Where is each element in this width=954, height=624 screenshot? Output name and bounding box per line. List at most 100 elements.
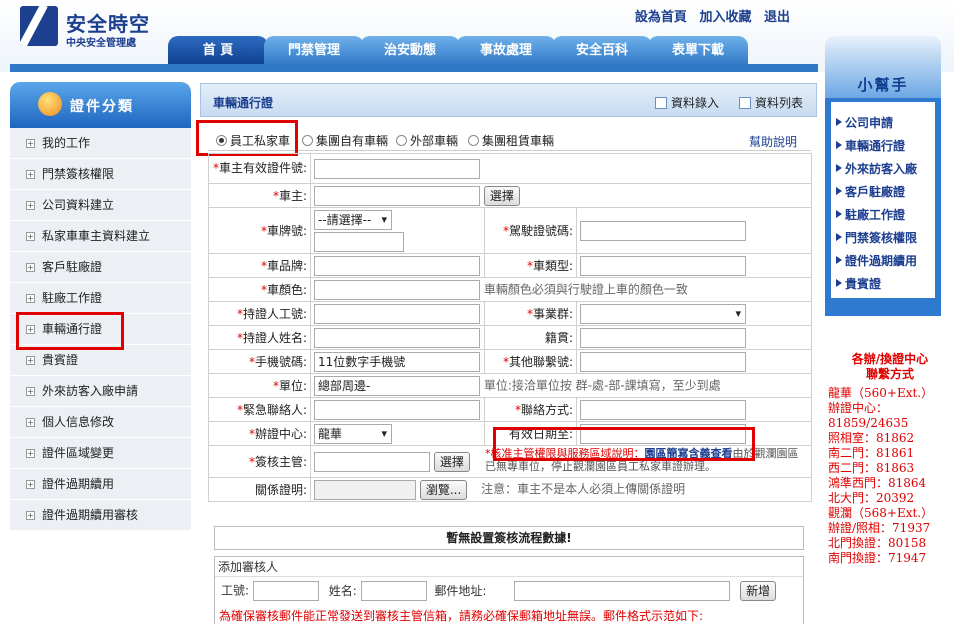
sidebar-item-company-data[interactable]: + 公司資料建立: [10, 190, 191, 221]
contact-method-input[interactable]: [580, 399, 746, 420]
sidebar-item-profile[interactable]: + 個人信息修改: [10, 407, 191, 438]
sidebar-item-renewal[interactable]: + 證件過期續用: [10, 469, 191, 500]
browse-button[interactable]: 瀏覽...: [419, 479, 468, 500]
helper-item-visitor[interactable]: 外來訪客入廠: [831, 160, 935, 183]
sidebar: + 我的工作 + 門禁簽核權限 + 公司資料建立 + 私家車車主資料建立 + 客戶駐廠證 …: [10, 128, 191, 531]
sidebar-header: 證件分類: [10, 82, 191, 128]
contact-line: 辦證中心：: [828, 401, 889, 415]
radio-employee-car[interactable]: 員工私家車: [216, 132, 290, 149]
emp-no-input[interactable]: [252, 581, 319, 601]
name-input[interactable]: [360, 581, 427, 601]
radio-group-leased[interactable]: 集團租賃車輛: [468, 132, 554, 149]
relation-label: 關係證明:: [254, 483, 307, 497]
search-list-icon: [739, 97, 751, 109]
category-icon: [38, 92, 62, 116]
license-input[interactable]: [580, 220, 746, 241]
holder-no-input[interactable]: [314, 303, 480, 324]
email-input[interactable]: [514, 581, 731, 601]
logo-title: 安全時空: [66, 12, 150, 36]
helper-item-client-pass[interactable]: 客戶駐廠證: [831, 183, 935, 206]
valid-id-input[interactable]: [314, 158, 480, 179]
helper-item-company[interactable]: 公司申請: [831, 114, 935, 137]
email-warning: 為確保審核郵件能正常發送到審核主管信箱，請務必確保郵箱地址無誤。郵件格式示范如下…: [219, 609, 704, 623]
valid-date-label: 有效日期至:: [508, 427, 573, 441]
contact-method-label: 聯絡方式:: [520, 403, 573, 417]
sidebar-item-renewal-review[interactable]: + 證件過期續用審核: [10, 500, 191, 531]
color-note: 車輛顏色必須與行駛證上車的顏色一致: [483, 282, 688, 296]
set-homepage-link[interactable]: 設為首頁: [635, 10, 687, 25]
emp-no-label: 工號:: [221, 583, 250, 598]
approver-label: 簽核主管:: [254, 455, 307, 469]
native-place-input[interactable]: [580, 327, 746, 348]
tab-form-download[interactable]: 表單下載: [648, 36, 748, 66]
radio-external[interactable]: 外部車輛: [396, 132, 458, 149]
helper-item-vip[interactable]: 貴賓證: [831, 275, 935, 298]
sidebar-item-visitor[interactable]: + 外來訪客入廠申請: [10, 376, 191, 407]
radio-icon: [302, 135, 313, 146]
helper-item-access-rights[interactable]: 門禁簽核權限: [831, 229, 935, 252]
add-record-icon: [655, 97, 667, 109]
plate-region-select[interactable]: --請選擇--: [314, 209, 392, 230]
plate-input[interactable]: [314, 231, 404, 252]
sidebar-item-work-pass[interactable]: + 駐廠工作證: [10, 283, 191, 314]
radio-checked-icon: [216, 135, 227, 146]
helper-body: 公司申請 車輛通行證 外來訪客入廠 客戶駐廠證 駐廠工作證 門禁簽核權限 證件過…: [825, 98, 941, 316]
approver-note: *核准主管權限與服務區域說明：園區簡寫含義查看由於觀瀾園區已無專車位，停止觀瀾園…: [485, 447, 799, 473]
valid-date-input[interactable]: [580, 423, 746, 444]
other-contact-input[interactable]: [580, 351, 746, 372]
tab-incident[interactable]: 事故處理: [456, 36, 556, 66]
nav-bar: [10, 64, 818, 72]
sidebar-item-client-pass[interactable]: + 客戶駐廠證: [10, 252, 191, 283]
logo[interactable]: 安全時空 中央安全管理處: [20, 6, 190, 50]
data-entry-link[interactable]: 資料錄入: [655, 94, 719, 111]
park-abbr-link[interactable]: 園區簡寫含義查看: [645, 447, 733, 460]
vehicle-form: *車主有效證件號: *車主: 選擇 *車牌號: --請選擇-- *駕駛證號碼: …: [208, 153, 812, 502]
expand-icon: +: [26, 387, 35, 396]
add-favorite-link[interactable]: 加入收藏: [699, 10, 751, 25]
data-list-link[interactable]: 資料列表: [739, 94, 803, 111]
tab-access-control[interactable]: 門禁管理: [264, 36, 364, 66]
business-group-select[interactable]: [580, 303, 746, 324]
approver-input[interactable]: [314, 451, 430, 472]
car-type-input[interactable]: [580, 255, 746, 276]
page-title: 車輛通行證: [213, 96, 274, 110]
top-links: 設為首頁 加入收藏 退出: [627, 6, 790, 25]
sidebar-item-my-work[interactable]: + 我的工作: [10, 128, 191, 159]
sidebar-item-vehicle-pass[interactable]: + 車輛通行證: [10, 314, 191, 345]
mobile-label: 手機號碼:: [254, 355, 307, 369]
sidebar-item-vip-pass[interactable]: + 貴賓證: [10, 345, 191, 376]
sidebar-item-area-change[interactable]: + 證件區域變更: [10, 438, 191, 469]
emergency-input[interactable]: [314, 399, 480, 420]
tab-safety-wiki[interactable]: 安全百科: [552, 36, 652, 66]
tab-home[interactable]: 首 頁: [168, 36, 268, 66]
contact-line: 81859/24635: [828, 416, 909, 430]
helper-title: 小幫手: [857, 76, 909, 94]
expand-icon: +: [26, 201, 35, 210]
owner-input[interactable]: [314, 185, 480, 206]
sidebar-item-private-car-owner[interactable]: + 私家車車主資料建立: [10, 221, 191, 252]
relation-file-input[interactable]: [314, 479, 416, 500]
brand-input[interactable]: [314, 255, 480, 276]
radio-group-owned[interactable]: 集團自有車輛: [302, 132, 388, 149]
helper-item-work-pass[interactable]: 駐廠工作證: [831, 206, 935, 229]
holder-name-input[interactable]: [314, 327, 480, 348]
approver-select-button[interactable]: 選擇: [433, 451, 470, 472]
unit-input[interactable]: 總部周邊-: [314, 375, 480, 396]
radio-icon: [468, 135, 479, 146]
add-reviewer-button[interactable]: 新增: [740, 581, 777, 601]
contact-line: 南二門：81861: [828, 446, 915, 460]
help-link[interactable]: 幫助說明: [749, 133, 797, 150]
tab-security-news[interactable]: 治安動態: [360, 36, 460, 66]
color-input[interactable]: [314, 279, 480, 300]
mobile-input[interactable]: 11位數字手機號: [314, 351, 480, 372]
helper-item-vehicle-pass[interactable]: 車輛通行證: [831, 137, 935, 160]
helper-item-renewal[interactable]: 證件過期續用: [831, 252, 935, 275]
unit-note: 單位:接洽單位按 群-處-部-課填寫，至少到處: [483, 378, 721, 392]
contact-title: 各辦/換證中心: [851, 352, 929, 366]
logout-link[interactable]: 退出: [764, 10, 790, 25]
owner-select-button[interactable]: 選擇: [483, 185, 520, 206]
car-type-label: 車類型:: [532, 259, 573, 273]
expand-icon: +: [26, 232, 35, 241]
center-select[interactable]: 龍華: [314, 423, 392, 444]
sidebar-item-access-rights[interactable]: + 門禁簽核權限: [10, 159, 191, 190]
